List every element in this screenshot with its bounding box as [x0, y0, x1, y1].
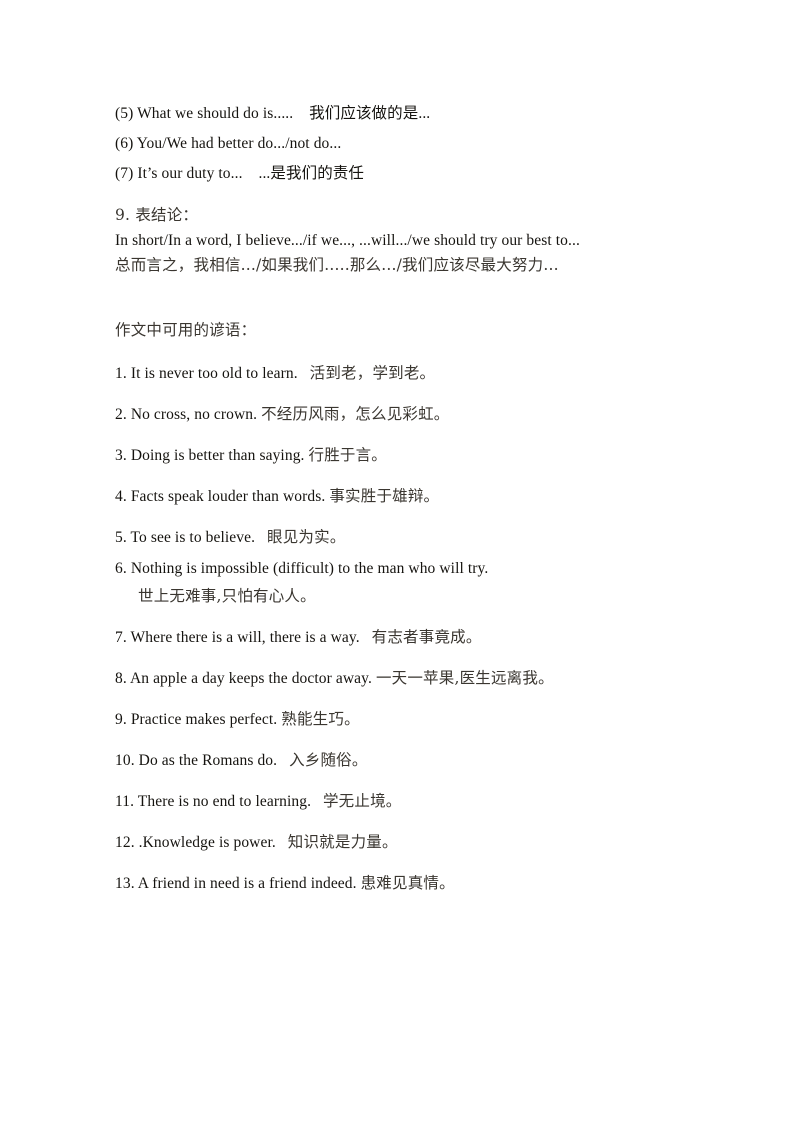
- proverb-spacer: [311, 793, 323, 810]
- proverb-number: 5.: [115, 529, 131, 546]
- proverbs-list: 1. It is never too old to learn. 活到老，学到老…: [115, 363, 715, 894]
- proverb-chinese: 入乡随俗。: [289, 751, 368, 769]
- proverb-spacer: [276, 834, 288, 851]
- proverb-number: 7.: [115, 629, 131, 646]
- proverb-number: 6.: [115, 560, 131, 577]
- proverb-item: 3. Doing is better than saying. 行胜于言。: [115, 445, 715, 466]
- conclusion-section: 9. 表结论： In short/In a word, I believe...…: [115, 205, 715, 276]
- proverb-english: Facts speak louder than words.: [130, 488, 326, 505]
- proverb-english: An apple a day keeps the doctor away.: [129, 670, 372, 687]
- proverb-english: Do as the Romans do.: [138, 752, 278, 769]
- proverb-item: 10. Do as the Romans do. 入乡随俗。: [115, 750, 715, 771]
- proverb-item: 6. Nothing is impossible (difficult) to …: [115, 558, 715, 607]
- proverb-item: 12. .Knowledge is power. 知识就是力量。: [115, 832, 715, 853]
- proverb-item: 4. Facts speak louder than words. 事实胜于雄辩…: [115, 486, 715, 507]
- proverb-item: 2. No cross, no crown. 不经历风雨，怎么见彩虹。: [115, 404, 715, 425]
- proverb-number: 4.: [115, 488, 131, 505]
- proverb-english: There is no end to learning.: [137, 793, 312, 810]
- proverb-item: 11. There is no end to learning. 学无止境。: [115, 791, 715, 812]
- proverb-spacer: [277, 752, 289, 769]
- proverb-number: 3.: [115, 447, 131, 464]
- proverb-chinese: 行胜于言。: [308, 446, 388, 464]
- proverb-english: To see is to believe.: [130, 529, 256, 546]
- conclusion-heading: 9. 表结论：: [115, 206, 199, 224]
- conclusion-english-line: In short/In a word, I believe.../if we..…: [115, 232, 580, 249]
- opening-phrase-line: (7) It’s our duty to... ...是我们的责任: [115, 165, 365, 182]
- proverb-chinese: 世上无难事,只怕有心人。: [138, 587, 316, 605]
- proverb-item: 1. It is never too old to learn. 活到老，学到老…: [115, 363, 715, 384]
- proverb-english: Nothing is impossible (difficult) to the…: [130, 560, 489, 577]
- proverb-english: It is never too old to learn.: [130, 365, 298, 382]
- proverb-english: .Knowledge is power.: [138, 834, 276, 851]
- proverbs-heading: 作文中可用的谚语：: [115, 321, 257, 339]
- proverb-number: 12.: [115, 834, 139, 851]
- proverb-english: Where there is a will, there is a way.: [130, 629, 360, 646]
- opening-phrase-line: (6) You/We had better do.../not do...: [115, 135, 342, 152]
- proverb-number: 11.: [115, 793, 138, 810]
- proverb-number: 1.: [115, 365, 131, 382]
- proverb-chinese: 知识就是力量。: [287, 833, 398, 851]
- proverb-chinese: 患难见真情。: [360, 874, 455, 892]
- proverb-chinese: 一天一苹果,医生远离我。: [375, 669, 554, 687]
- proverb-item: 5. To see is to believe. 眼见为实。: [115, 527, 715, 548]
- proverb-english: Doing is better than saying.: [130, 447, 305, 464]
- opening-phrases-group: (5) What we should do is..... 我们应该做的是...…: [115, 103, 715, 184]
- document-page: (5) What we should do is..... 我们应该做的是...…: [0, 0, 794, 1123]
- proverb-item: 8. An apple a day keeps the doctor away.…: [115, 668, 715, 689]
- proverb-item: 13. A friend in need is a friend indeed.…: [115, 873, 715, 894]
- proverb-chinese: 不经历风雨，怎么见彩虹。: [261, 405, 450, 423]
- proverb-number: 13.: [115, 875, 138, 892]
- proverb-chinese: 学无止境。: [322, 792, 402, 810]
- opening-phrase-line: (5) What we should do is..... 我们应该做的是...: [115, 105, 431, 122]
- proverb-number: 2.: [115, 406, 131, 423]
- proverb-chinese: 熟能生巧。: [281, 710, 360, 728]
- proverb-item: 9. Practice makes perfect. 熟能生巧。: [115, 709, 715, 730]
- proverb-chinese: 眼见为实。: [267, 528, 346, 546]
- proverb-spacer: [298, 365, 310, 382]
- proverb-chinese: 有志者事竟成。: [371, 628, 482, 646]
- conclusion-chinese-line: 总而言之，我相信.../如果我们.....那么.../我们应该尽最大努力...: [115, 256, 559, 274]
- proverb-item: 7. Where there is a will, there is a way…: [115, 627, 715, 648]
- proverb-spacer: [255, 529, 267, 546]
- proverb-number: 10.: [115, 752, 139, 769]
- proverb-english: A friend in need is a friend indeed.: [137, 875, 357, 892]
- proverb-english: No cross, no crown.: [130, 406, 258, 423]
- proverb-chinese: 事实胜于雄辩。: [329, 487, 440, 505]
- proverb-spacer: [360, 629, 372, 646]
- proverb-number: 8.: [115, 670, 130, 687]
- proverb-number: 9.: [115, 711, 131, 728]
- document-content: (5) What we should do is..... 我们应该做的是...…: [115, 103, 715, 914]
- proverb-english: Practice makes perfect.: [130, 711, 278, 728]
- proverb-chinese: 活到老，学到老。: [309, 364, 436, 382]
